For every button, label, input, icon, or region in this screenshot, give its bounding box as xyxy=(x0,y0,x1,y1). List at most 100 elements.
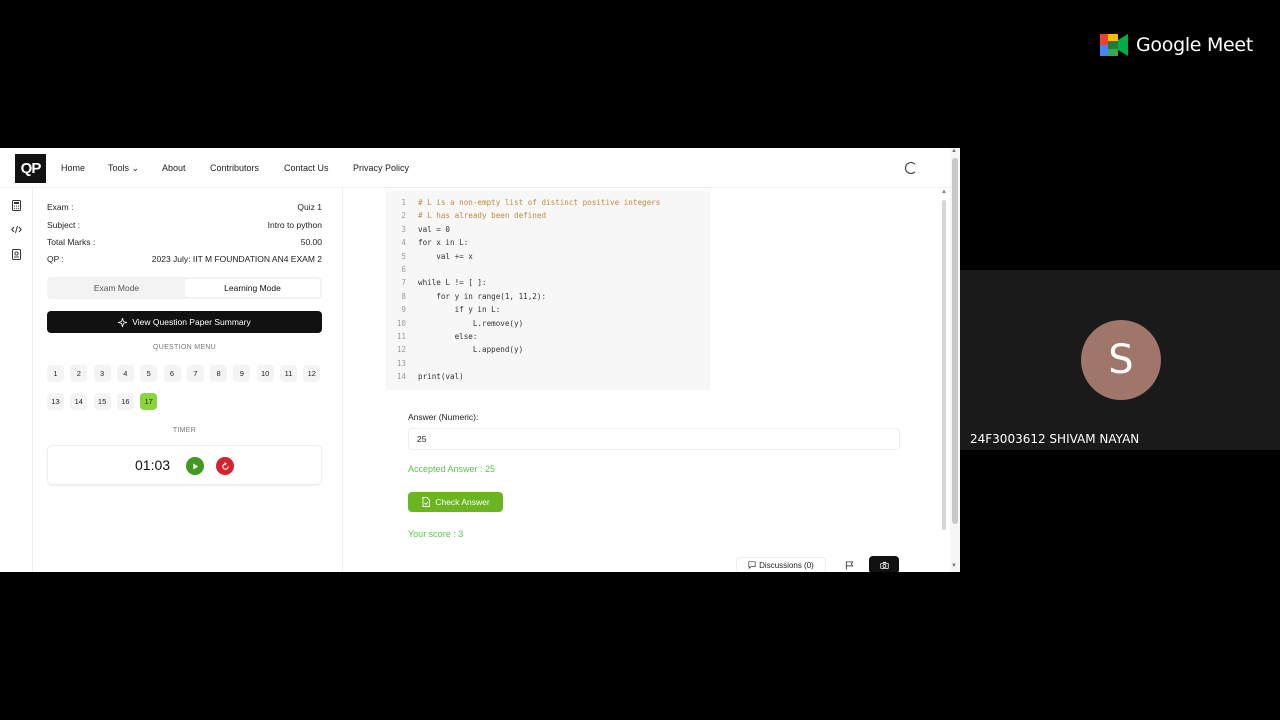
question-button-11[interactable]: 11 xyxy=(280,365,297,382)
code-text: for x in L: xyxy=(418,238,469,248)
nav-privacy-policy[interactable]: Privacy Policy xyxy=(353,163,409,173)
question-button-16[interactable]: 16 xyxy=(116,393,134,410)
screenshot-button[interactable] xyxy=(869,556,899,572)
timer-value: 01:03 xyxy=(135,457,171,473)
question-button-7[interactable]: 7 xyxy=(186,365,204,382)
code-text: # L has already been defined xyxy=(418,211,547,221)
content-scrollbar[interactable]: ▲ xyxy=(940,188,948,572)
question-button-1[interactable]: 1 xyxy=(47,365,64,382)
timer-reset-button[interactable] xyxy=(216,457,234,475)
participant-tile[interactable]: S 24F3003612 SHIVAM NAYAN xyxy=(960,270,1280,450)
page-scroll-thumb[interactable] xyxy=(952,158,958,524)
line-number: 7 xyxy=(401,278,406,288)
book-icon[interactable] xyxy=(11,249,22,260)
code-line: 3 val = 0 xyxy=(386,225,706,238)
nav-about[interactable]: About xyxy=(162,163,186,173)
timer-play-button[interactable] xyxy=(186,457,204,475)
code-line: 8 for y in range(1, 11,2): xyxy=(386,292,706,305)
top-navigation: QP Home Tools ⌄ About Contributors Conta… xyxy=(0,148,950,188)
info-qp: QP : 2023 July: IIT M FOUNDATION AN4 EXA… xyxy=(47,254,322,264)
code-line: 12 L.append(y) xyxy=(386,345,706,358)
meet-brand-text: Google Meet xyxy=(1136,34,1253,56)
code-block: 1 # L is a non-empty list of distinct pos… xyxy=(386,191,710,390)
sparkle-icon xyxy=(118,317,128,327)
code-line: 2 # L has already been defined xyxy=(386,211,706,224)
flag-button[interactable] xyxy=(838,557,860,572)
code-text: print(val) xyxy=(418,372,464,382)
play-icon xyxy=(192,462,198,470)
code-text: val += x xyxy=(418,251,473,261)
line-number: 9 xyxy=(401,305,406,315)
info-label: Total Marks : xyxy=(47,237,96,247)
accepted-answer: Accepted Answer : 25 xyxy=(408,464,496,474)
code-line: 9 if y in L: xyxy=(386,305,706,318)
code-text: L.append(y) xyxy=(418,345,524,355)
google-meet-logo: Google Meet xyxy=(1100,34,1253,56)
info-value: Intro to python xyxy=(267,220,322,230)
info-label: Exam : xyxy=(47,202,74,212)
line-number: 10 xyxy=(396,318,406,328)
page-scrollbar[interactable]: ▲ ▼ xyxy=(950,148,960,572)
code-text: else: xyxy=(418,332,478,341)
code-text: val = 0 xyxy=(418,224,451,234)
line-number: 1 xyxy=(401,198,406,207)
line-number: 2 xyxy=(401,211,406,221)
chat-icon xyxy=(748,561,756,569)
check-answer-label: Check Answer xyxy=(435,497,490,507)
question-button-14[interactable]: 14 xyxy=(70,393,88,410)
nav-contact-us[interactable]: Contact Us xyxy=(284,163,329,173)
page-scroll-up-icon[interactable]: ▲ xyxy=(951,148,957,154)
code-line: 6 xyxy=(386,265,706,278)
page-scroll-down-icon[interactable]: ▼ xyxy=(951,563,957,569)
theme-toggle-icon[interactable] xyxy=(905,162,917,174)
line-number: 3 xyxy=(401,224,406,234)
learning-mode-button[interactable]: Learning Mode xyxy=(185,279,320,297)
code-line: 13 xyxy=(386,359,706,372)
question-button-13[interactable]: 13 xyxy=(47,393,64,410)
line-number: 13 xyxy=(396,358,406,368)
code-icon[interactable] xyxy=(11,224,22,235)
timer-label: TIMER xyxy=(172,427,197,434)
question-button-9[interactable]: 9 xyxy=(233,365,251,382)
camera-icon xyxy=(879,561,889,569)
discussions-label: Discussions (0) xyxy=(759,560,814,570)
question-button-15[interactable]: 15 xyxy=(93,393,111,410)
question-button-4[interactable]: 4 xyxy=(116,365,134,382)
code-text: L.remove(y) xyxy=(418,318,524,328)
question-button-8[interactable]: 8 xyxy=(210,365,228,382)
flag-icon xyxy=(845,560,853,570)
code-line: 11 else: xyxy=(386,332,706,345)
line-number: 12 xyxy=(396,345,406,355)
answer-input[interactable]: 25 xyxy=(408,428,900,450)
code-text: if y in L: xyxy=(418,305,501,315)
scroll-up-icon[interactable]: ▲ xyxy=(941,189,947,195)
mode-toggle: Exam Mode Learning Mode xyxy=(47,277,322,299)
content-scroll-thumb[interactable] xyxy=(942,200,946,530)
code-line: 10 L.remove(y) xyxy=(386,319,706,332)
check-answer-button[interactable]: Check Answer xyxy=(408,492,503,512)
code-text: for y in range(1, 11,2): xyxy=(418,291,547,301)
summary-button-label: View Question Paper Summary xyxy=(132,317,251,327)
nav-tools[interactable]: Tools ⌄ xyxy=(108,163,139,174)
site-logo[interactable]: QP xyxy=(15,154,46,183)
question-button-5[interactable]: 5 xyxy=(140,365,158,382)
question-button-3[interactable]: 3 xyxy=(93,365,111,382)
question-button-6[interactable]: 6 xyxy=(163,365,181,382)
participant-name: 24F3003612 SHIVAM NAYAN xyxy=(970,432,1140,446)
discussions-button[interactable]: Discussions (0) xyxy=(736,557,826,572)
view-summary-button[interactable]: View Question Paper Summary xyxy=(47,311,322,333)
meet-camera-icon xyxy=(1100,34,1128,56)
nav-home[interactable]: Home xyxy=(61,163,85,173)
shared-screen: QP Home Tools ⌄ About Contributors Conta… xyxy=(0,148,960,572)
icon-rail xyxy=(0,188,33,572)
calculator-icon[interactable] xyxy=(11,200,22,211)
document-check-icon xyxy=(422,497,431,507)
exam-mode-button[interactable]: Exam Mode xyxy=(49,279,184,297)
line-number: 6 xyxy=(401,265,406,274)
nav-contributors[interactable]: Contributors xyxy=(210,163,259,173)
question-button-12[interactable]: 12 xyxy=(303,365,321,382)
question-button-2[interactable]: 2 xyxy=(70,365,88,382)
info-value: Quiz 1 xyxy=(297,202,322,212)
question-button-10[interactable]: 10 xyxy=(256,365,274,382)
question-button-17[interactable]: 17 xyxy=(140,393,158,410)
